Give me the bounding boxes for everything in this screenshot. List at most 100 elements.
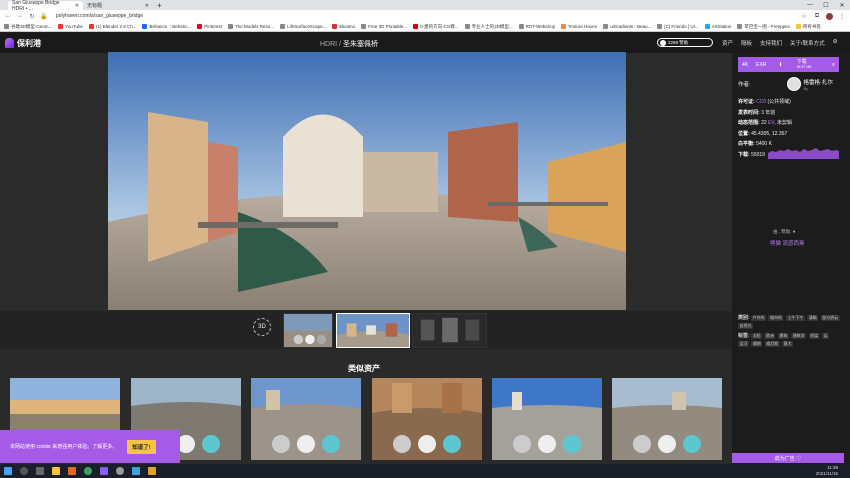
app-icon[interactable] [148,467,156,475]
category-tag[interactable]: 部分阴云 [820,315,840,321]
resolution-select[interactable]: 4K [738,62,752,68]
tag[interactable]: 太阳 [751,333,763,339]
reload-icon[interactable]: ↻ [28,13,36,20]
menu-icon[interactable]: ⋮ [838,13,846,20]
forward-icon[interactable]: → [16,13,24,19]
bookmark[interactable]: RDT-Webshop [518,24,555,29]
category-tag[interactable]: 上午下午 [785,315,805,321]
bookmark[interactable]: 0·建的方向-CG教... [413,24,459,30]
bookmark[interactable]: Behance :: Behanc... [142,24,191,29]
new-tab-button[interactable]: + [157,1,162,10]
search-icon[interactable] [20,467,28,475]
bookmark-folder[interactable]: 所有书签 [795,24,821,30]
bookmark[interactable]: LifeSurfaceScape... [280,24,326,29]
bookmark[interactable]: (1) Blender 2.9 Ch... [88,24,136,29]
hdri-preview[interactable] [108,52,626,310]
bookmark[interactable]: The Models Reso... [228,24,274,29]
view-3d-button[interactable]: 3D [253,318,271,336]
minimize-icon[interactable]: — [802,0,818,10]
advertise-banner[interactable]: 成为广告 ♡ [732,453,844,463]
sponsor-link[interactable]: 熊猫 流感西奥 [770,239,805,247]
bookmark[interactable]: 苹巴宝一图 - Freeppex [737,24,790,30]
asset-preview-image [251,378,361,460]
behance-icon [142,24,148,29]
task-view-icon[interactable] [36,467,44,475]
tag[interactable]: 运 [822,333,830,339]
bookmark[interactable]: Texture Haven [561,24,597,29]
bookmark[interactable]: 谷歌3D模型-Geom... [4,24,52,30]
bookmark[interactable]: Mixamo [332,24,355,29]
similar-asset-card[interactable] [492,378,602,460]
download-button[interactable]: ⬇ 下载 56.37 MB [770,59,823,70]
thumbnail-dark[interactable] [412,313,487,348]
category-tag[interactable]: 自然光 [738,323,753,329]
bookmark[interactable]: [C] Friendo | UI... [657,24,699,29]
nav-support[interactable]: 支持我们 [760,39,782,47]
author-avatar[interactable] [786,77,801,91]
star-icon[interactable]: ☆ [800,13,808,20]
tag[interactable]: 晴朗 [751,341,763,347]
app-icon[interactable] [132,467,140,475]
thumbnail-panorama[interactable] [336,313,410,348]
asset-preview-image [372,378,482,460]
hamburger-menu-icon[interactable]: ≡ [828,62,839,68]
author-name[interactable]: 格雷格·扎尔 By [804,78,833,91]
file-explorer-icon[interactable] [52,467,60,475]
bookmark[interactable]: Pinterest [197,24,222,29]
section-title: 类似资产 [348,364,380,373]
donate-button[interactable]: 2269 赞助 [657,38,713,47]
similar-asset-card[interactable] [372,378,482,460]
nav-assets[interactable]: 资产 [722,39,733,47]
nav-about[interactable]: 关于/联系方式 [790,39,825,47]
windows-start-icon[interactable] [4,467,12,475]
bookmark[interactable]: 专业人士的3D模型... [464,24,513,30]
thumbnail-spheres[interactable] [283,313,333,348]
system-clock[interactable]: 11:38 2021/11/15 [816,465,838,476]
breadcrumb: HDRI / 圣朱塞佩桥 [320,39,378,49]
category-tag[interactable]: 户外的 [751,315,767,321]
maximize-icon[interactable]: ☐ [818,0,834,10]
format-select[interactable]: EXR [752,62,770,68]
bookmark[interactable]: Free 3D Printable... [361,24,407,29]
bookmark[interactable]: ArtStation [704,24,731,29]
asset-preview-image [612,378,722,460]
tag[interactable]: 威尼斯 [764,341,780,347]
license-row: 许可证: CC0 (公共领域) [738,99,791,105]
tags-row: 标签: 太阳 欧洲 建筑 建筑学 桥梁 运 运河 晴朗 威尼斯 意大 [738,333,830,347]
category-tag[interactable]: 城市的 [768,315,784,321]
settings-icon[interactable]: ⚙ [833,39,838,47]
app-icon[interactable] [116,467,124,475]
similar-asset-card[interactable] [251,378,361,460]
close-icon[interactable]: ✕ [75,3,79,9]
site-header: 保利港 HDRI / 圣朱塞佩桥 2269 赞助 资产 隔板 支持我们 关于/联… [0,33,850,53]
nav-gallery[interactable]: 隔板 [741,39,752,47]
bookmark[interactable]: YouTube [58,24,83,29]
lock-icon[interactable]: 🔒 [40,13,48,20]
tag[interactable]: 运河 [738,341,749,347]
tag[interactable]: 意大 [782,341,794,347]
browser-tab-active[interactable]: San Giuseppe Bridge HDRI • ... ✕ [8,0,83,12]
url-field[interactable]: polyhaven.com/a/san_giuseppe_bridge [56,13,143,19]
close-window-icon[interactable]: ✕ [834,0,850,10]
back-icon[interactable]: ← [4,13,12,19]
profile-avatar[interactable] [826,12,833,20]
breadcrumb-parent[interactable]: HDRI / [320,41,343,48]
chrome-icon[interactable] [84,467,92,475]
info-icon[interactable]: ● [793,229,796,234]
app-icon[interactable] [68,467,76,475]
tag[interactable]: 桥梁 [808,333,820,339]
tag[interactable]: 欧洲 [764,333,776,339]
similar-asset-card[interactable] [612,378,722,460]
tag[interactable]: 建筑 [777,333,789,339]
tag[interactable]: 建筑学 [791,333,807,339]
license-link[interactable]: CC0 [756,99,766,105]
bookmark-icon [413,24,419,29]
bookmark[interactable]: uiGradients - Beau... [603,24,651,29]
extensions-icon[interactable]: ⧉ [813,13,821,20]
browser-tab[interactable]: 无标题 ✕ [83,1,153,10]
close-icon[interactable]: ✕ [145,3,149,9]
site-logo[interactable]: 保利港 [5,38,41,49]
app-icon[interactable] [100,467,108,475]
category-tag[interactable]: 清晰 [807,315,819,321]
cookie-accept-button[interactable]: 知道了! [127,439,156,454]
